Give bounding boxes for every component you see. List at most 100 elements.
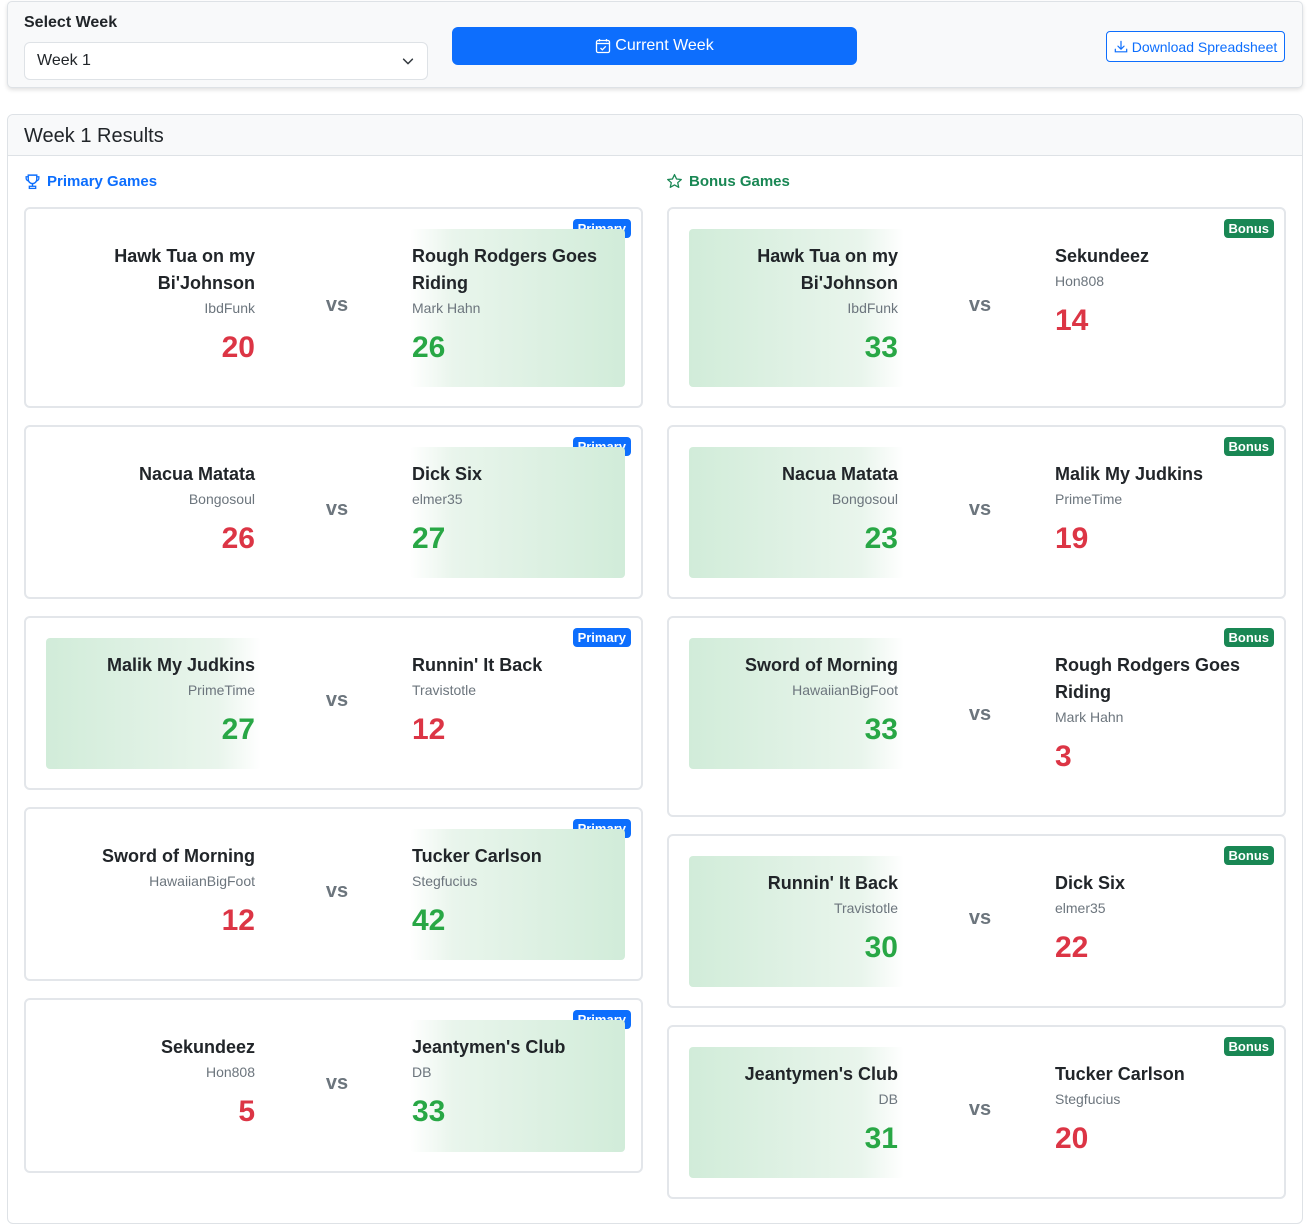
team-owner: Stegfucius bbox=[1055, 1091, 1121, 1107]
team-score: 20 bbox=[1055, 1122, 1089, 1155]
right-team: Tucker Carlson Stegfucius 42 bbox=[410, 829, 625, 960]
right-team: Jeantymen's Club DB 33 bbox=[410, 1020, 625, 1152]
team-owner: Bongosoul bbox=[831, 491, 898, 507]
team-name: Nacua Matata bbox=[138, 464, 255, 484]
left-team: Nacua Matata Bongosoul 26 bbox=[46, 447, 261, 578]
team-score: 33 bbox=[864, 713, 898, 746]
team-name: Sword of Morning bbox=[102, 846, 255, 866]
team-owner: IbdFunk bbox=[204, 300, 255, 316]
chevron-down-icon bbox=[402, 58, 414, 65]
team-owner: Hon808 bbox=[205, 1064, 255, 1080]
bonus-game-card: Bonus Nacua Matata Bongosoul 23 Malik My Jud… bbox=[667, 425, 1286, 599]
team-score: 20 bbox=[221, 331, 255, 364]
team-owner: Mark Hahn bbox=[1055, 709, 1124, 725]
bonus-games-heading: Bonus Games bbox=[666, 173, 790, 190]
team-score: 5 bbox=[238, 1095, 255, 1128]
left-team: Sekundeez Hon808 5 bbox=[46, 1020, 261, 1152]
team-owner: PrimeTime bbox=[187, 682, 255, 698]
bonus-game-card: Bonus Sword of Morning HawaiianBigFoot 33 Ro… bbox=[667, 616, 1286, 817]
right-team: Runnin' It Back Travistotle 12 bbox=[410, 638, 625, 769]
team-score: 27 bbox=[412, 522, 446, 555]
team-owner: PrimeTime bbox=[1055, 491, 1123, 507]
download-label: Download Spreadsheet bbox=[1131, 38, 1278, 55]
team-score: 26 bbox=[412, 331, 446, 364]
team-score: 33 bbox=[864, 331, 898, 364]
primary-game-card: PrimarySword of MorningHawaiianBigFoot12… bbox=[24, 807, 643, 981]
team-score: 12 bbox=[221, 904, 255, 937]
team-owner: Travistotle bbox=[412, 682, 477, 698]
bonus-games-title: Bonus Games bbox=[689, 173, 790, 190]
team-name: Rough Rodgers Goes Riding bbox=[1055, 655, 1241, 702]
team-score: 31 bbox=[864, 1122, 898, 1155]
team-score: 33 bbox=[412, 1095, 446, 1128]
team-name: Malik My Judkins bbox=[106, 655, 255, 675]
team-name: Sekundeez bbox=[160, 1037, 255, 1057]
team-owner: Travistotle bbox=[833, 900, 898, 916]
team-owner: Mark Hahn bbox=[412, 300, 481, 316]
left-team: Nacua Matata Bongosoul 23 bbox=[689, 447, 904, 578]
left-team: Jeantymen's Club DB 31 bbox=[689, 1047, 904, 1178]
right-team: Malik My Judkins PrimeTime 19 bbox=[1053, 447, 1268, 578]
current-week-button[interactable]: Current Week bbox=[452, 27, 857, 65]
vs-label: vs bbox=[968, 1098, 992, 1120]
team-name: Malik My Judkins bbox=[1055, 464, 1204, 484]
left-team: Sword of Morning HawaiianBigFoot 33 bbox=[689, 638, 904, 769]
trophy-icon bbox=[25, 174, 40, 190]
team-owner: HawaiianBigFoot bbox=[149, 873, 255, 889]
week-select[interactable]: Week 1 bbox=[24, 42, 428, 80]
vs-label: vs bbox=[968, 702, 992, 725]
primary-game-card: PrimaryNacua MatataBongosoul26Dick Sixel… bbox=[24, 425, 643, 599]
team-name: Runnin' It Back bbox=[412, 655, 543, 675]
team-name: Dick Six bbox=[1055, 873, 1126, 893]
team-score: 3 bbox=[1055, 740, 1072, 773]
download-spreadsheet-button[interactable]: Download Spreadsheet bbox=[1106, 31, 1285, 62]
vs-label: vs bbox=[325, 1071, 349, 1094]
team-score: 22 bbox=[1055, 931, 1089, 964]
left-team: Malik My Judkins PrimeTime 27 bbox=[46, 638, 261, 769]
bonus-game-card: Bonus Runnin' It Back Travistotle 30 Dick Si… bbox=[667, 834, 1286, 1008]
vs-label: vs bbox=[325, 293, 349, 316]
vs-label: vs bbox=[968, 293, 992, 316]
team-owner: DB bbox=[878, 1091, 898, 1107]
vs-label: vs bbox=[325, 689, 349, 711]
team-owner: DB bbox=[412, 1064, 432, 1080]
current-week-label: Current Week bbox=[615, 37, 714, 54]
vs-label: vs bbox=[325, 880, 349, 902]
team-name: Sekundeez bbox=[1055, 246, 1150, 266]
team-score: 12 bbox=[412, 713, 446, 746]
download-icon bbox=[1114, 40, 1128, 52]
left-team: Sword of Morning HawaiianBigFoot 12 bbox=[46, 829, 261, 960]
left-team: Hawk Tua on my Bi'Johnson IbdFunk 33 bbox=[689, 229, 904, 387]
primary-games-heading: Primary Games bbox=[24, 173, 157, 190]
primary-game-card: PrimarySekundeezHon8085Jeantymen's ClubD… bbox=[24, 998, 643, 1173]
right-team: Rough Rodgers Goes Riding Mark Hahn 3 bbox=[1053, 638, 1268, 773]
team-owner: elmer35 bbox=[412, 491, 463, 507]
team-name: Dick Six bbox=[412, 464, 483, 484]
team-owner: HawaiianBigFoot bbox=[792, 682, 898, 698]
vs-label: vs bbox=[968, 907, 992, 929]
left-team: Runnin' It Back Travistotle 30 bbox=[689, 856, 904, 987]
team-owner: Stegfucius bbox=[412, 873, 478, 889]
team-score: 30 bbox=[864, 931, 898, 964]
team-name: Runnin' It Back bbox=[767, 873, 898, 893]
team-name: Nacua Matata bbox=[781, 464, 898, 484]
right-team: Tucker Carlson Stegfucius 20 bbox=[1053, 1047, 1268, 1178]
team-score: 14 bbox=[1055, 304, 1089, 337]
team-score: 26 bbox=[221, 522, 255, 555]
team-score: 42 bbox=[412, 904, 446, 937]
team-name: Jeantymen's Club bbox=[412, 1037, 566, 1057]
team-owner: IbdFunk bbox=[847, 300, 898, 316]
right-team: Sekundeez Hon808 14 bbox=[1053, 229, 1268, 387]
right-team: Rough Rodgers Goes Riding Mark Hahn 26 bbox=[410, 229, 625, 387]
team-name: Hawk Tua on my Bi'Johnson bbox=[114, 246, 255, 293]
primary-game-card: Primary Malik My Judkins PrimeTime 27 Runnin… bbox=[24, 616, 643, 790]
right-team: Dick Six elmer35 27 bbox=[410, 447, 625, 578]
team-owner: Bongosoul bbox=[188, 491, 255, 507]
team-name: Jeantymen's Club bbox=[744, 1064, 898, 1084]
star-icon bbox=[667, 173, 682, 188]
team-name: Hawk Tua on my Bi'Johnson bbox=[757, 246, 898, 293]
calendar-check-icon bbox=[596, 39, 611, 54]
team-name: Tucker Carlson bbox=[412, 846, 542, 866]
vs-label: vs bbox=[968, 498, 992, 520]
primary-game-card: PrimaryHawk Tua on my Bi'JohnsonIbdFunk2… bbox=[24, 207, 643, 408]
